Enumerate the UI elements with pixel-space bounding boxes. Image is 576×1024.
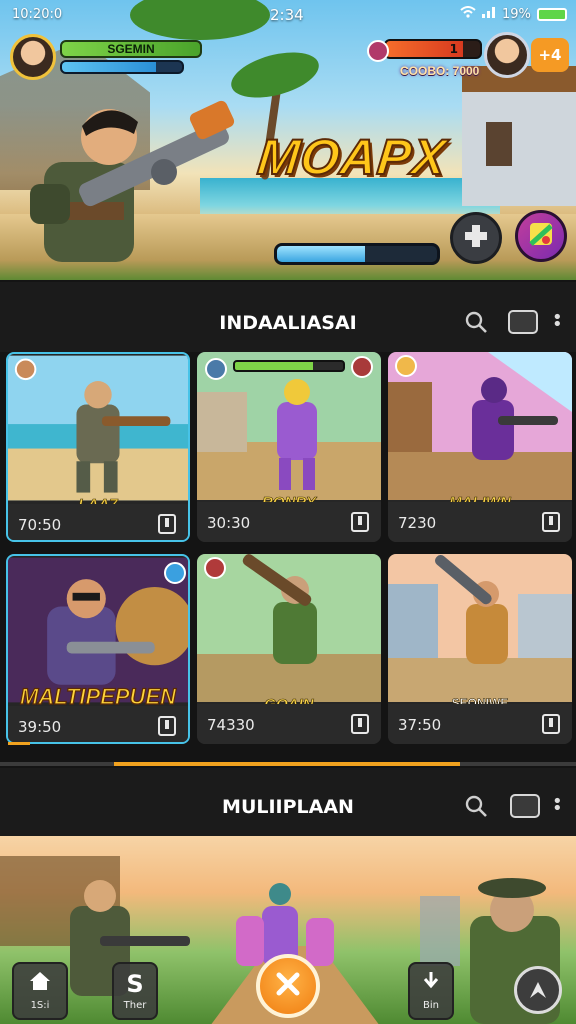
game-card[interactable]: RONRY 30:30 bbox=[197, 352, 381, 542]
active-card-indicator bbox=[8, 742, 30, 745]
opponent-avatar[interactable] bbox=[484, 32, 530, 78]
download-icon bbox=[410, 970, 452, 998]
game-title: MOAPX bbox=[254, 128, 450, 186]
map-icon bbox=[527, 220, 555, 252]
card-value: 37:50 bbox=[398, 716, 442, 734]
bookmark-icon[interactable] bbox=[542, 512, 560, 532]
home-icon bbox=[14, 970, 66, 998]
enemy-counter: 1 bbox=[449, 42, 458, 56]
card-health-bar bbox=[233, 360, 345, 372]
enemy-mini-avatar bbox=[367, 40, 389, 62]
hero-soldier-illustration bbox=[30, 100, 235, 262]
card-value: 70:50 bbox=[18, 516, 62, 534]
card-footer: 70:50 bbox=[8, 504, 188, 540]
status-icons: 19% bbox=[460, 6, 567, 22]
battery-percent: 19% bbox=[502, 6, 531, 22]
card-value: 30:30 bbox=[207, 514, 251, 532]
download-label: Bin bbox=[423, 1000, 439, 1011]
player-name-bar: SGEMIN bbox=[60, 40, 202, 58]
game-grid: LAA7 70:50 RONRY 30:30 bbox=[6, 352, 572, 744]
battery-icon bbox=[536, 7, 567, 21]
game-card[interactable]: GOAIN 74330 bbox=[197, 554, 381, 744]
player-health-bar bbox=[60, 60, 184, 74]
search-icon[interactable] bbox=[464, 794, 490, 820]
enemy-avatar-small bbox=[351, 356, 373, 378]
card-art-purple-soldier bbox=[388, 352, 572, 500]
score-text: COOBO: 7000 bbox=[400, 64, 480, 78]
game-card[interactable]: SEONIWE 37:50 bbox=[388, 554, 572, 744]
more-icon[interactable]: • • bbox=[552, 793, 563, 820]
close-button[interactable] bbox=[256, 954, 320, 1018]
status-left-text: 10:20:0 bbox=[12, 7, 63, 22]
card-footer: 37:50 bbox=[388, 704, 572, 744]
status-time: 2:34 bbox=[270, 6, 304, 24]
shop-button[interactable]: S Ther bbox=[112, 962, 158, 1020]
scroll-progress bbox=[0, 762, 576, 766]
close-icon bbox=[273, 969, 303, 1003]
cast-icon[interactable] bbox=[510, 794, 540, 818]
compass-icon bbox=[526, 978, 550, 1006]
game-card[interactable]: MALTIPEPUEN 39:50 bbox=[6, 554, 190, 744]
home-button[interactable]: 1S:i bbox=[12, 962, 68, 1020]
compass-button[interactable] bbox=[514, 966, 562, 1014]
card-art-beach-soldier bbox=[8, 355, 188, 501]
card-footer: 7230 bbox=[388, 502, 572, 542]
enemy-health-bar: 1 bbox=[384, 39, 482, 59]
signal-icon bbox=[482, 6, 496, 22]
section-header-1: INDAALIASAI • • bbox=[0, 282, 576, 352]
bookmark-icon[interactable] bbox=[542, 714, 560, 734]
game-card[interactable]: LAA7 70:50 bbox=[6, 352, 190, 542]
more-icon[interactable]: • • bbox=[552, 309, 563, 336]
home-label: 1S:i bbox=[30, 1000, 50, 1011]
player-avatar-small bbox=[205, 358, 227, 380]
search-icon[interactable] bbox=[464, 310, 490, 336]
wifi-icon bbox=[460, 6, 476, 22]
card-art-glasses-gunner bbox=[8, 557, 188, 703]
bookmark-icon[interactable] bbox=[351, 512, 369, 532]
card-footer: 39:50 bbox=[8, 706, 188, 742]
game-card[interactable]: MALIWN 7230 bbox=[388, 352, 572, 542]
shop-label: Ther bbox=[123, 1000, 147, 1011]
loading-bar bbox=[274, 243, 440, 265]
shop-icon: S bbox=[126, 970, 144, 998]
dpad-icon bbox=[463, 223, 489, 253]
special-badge-icon bbox=[164, 562, 186, 584]
bookmark-icon[interactable] bbox=[158, 716, 176, 736]
bookmark-icon[interactable] bbox=[351, 714, 369, 734]
hut-right bbox=[462, 66, 576, 206]
card-value: 7230 bbox=[398, 514, 437, 532]
dpad-button[interactable] bbox=[450, 212, 502, 264]
hero-banner: 10:20:0 2:34 19% SGEMIN 1 COOBO: 7000 +4 bbox=[0, 0, 576, 280]
section-header-2: MULIIPLAAN • • bbox=[0, 768, 576, 838]
download-button[interactable]: Bin bbox=[408, 962, 454, 1020]
card-value: 39:50 bbox=[18, 718, 62, 736]
bookmark-icon[interactable] bbox=[158, 514, 176, 534]
card-footer: 30:30 bbox=[197, 502, 381, 542]
add-friend-button[interactable]: +4 bbox=[531, 38, 569, 72]
status-bar: 10:20:0 2:34 19% bbox=[0, 0, 576, 30]
cast-icon[interactable] bbox=[508, 310, 538, 334]
card-footer: 74330 bbox=[197, 704, 381, 744]
card-art-green-bazooka bbox=[197, 554, 381, 702]
map-button[interactable] bbox=[515, 210, 567, 262]
player-avatar[interactable] bbox=[10, 34, 56, 80]
card-value: 74330 bbox=[207, 716, 255, 734]
card-art-village-soldier bbox=[388, 554, 572, 702]
